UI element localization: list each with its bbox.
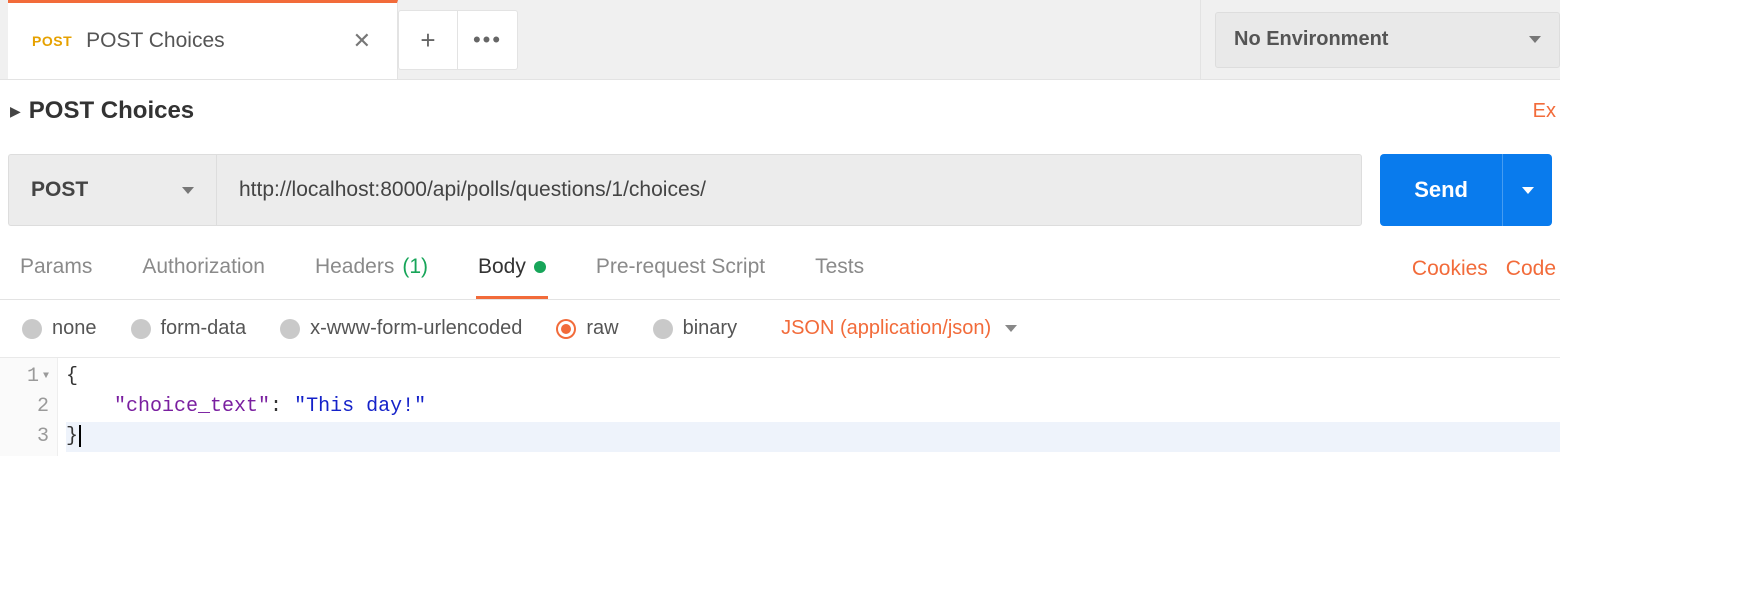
- chevron-down-icon: [1522, 187, 1534, 194]
- url-combo: POST http://localhost:8000/api/polls/que…: [8, 154, 1362, 226]
- url-text: http://localhost:8000/api/polls/question…: [239, 178, 706, 202]
- tab-authorization[interactable]: Authorization: [140, 238, 267, 299]
- tab-headers[interactable]: Headers (1): [313, 238, 430, 299]
- tabs-left: POST POST Choices ✕ + •••: [0, 0, 1200, 79]
- url-input[interactable]: http://localhost:8000/api/polls/question…: [216, 154, 1362, 226]
- tab-body[interactable]: Body: [476, 238, 548, 299]
- body-type-xwww[interactable]: x-www-form-urlencoded: [280, 317, 522, 340]
- radio-label: x-www-form-urlencoded: [310, 317, 522, 340]
- tab-label: Tests: [815, 255, 864, 279]
- tab-title: POST Choices: [86, 29, 332, 53]
- body-type-none[interactable]: none: [22, 317, 97, 340]
- body-type-form-data[interactable]: form-data: [131, 317, 247, 340]
- line-number: 2: [0, 392, 49, 422]
- request-header: ▶ POST Choices Ex: [0, 80, 1560, 142]
- body-type-binary[interactable]: binary: [653, 317, 737, 340]
- tab-bar: POST POST Choices ✕ + ••• No Environment: [0, 0, 1560, 80]
- request-title-wrap[interactable]: ▶ POST Choices: [10, 97, 194, 125]
- tab-label: Body: [478, 255, 526, 279]
- editor-gutter: 1▼ 2 3: [0, 358, 58, 456]
- url-row: POST http://localhost:8000/api/polls/que…: [0, 142, 1560, 238]
- chevron-down-icon: [1529, 36, 1541, 43]
- editor-code[interactable]: { "choice_text": "This day!" }: [58, 358, 1560, 456]
- cookies-link[interactable]: Cookies: [1412, 257, 1488, 281]
- code-line: }: [66, 422, 1560, 452]
- right-links: Cookies Code: [1412, 257, 1556, 281]
- method-select[interactable]: POST: [8, 154, 216, 226]
- tab-more-button[interactable]: •••: [458, 10, 518, 70]
- tab-label: Authorization: [142, 255, 265, 279]
- line-number: 1▼: [0, 362, 49, 392]
- environment-select[interactable]: No Environment: [1215, 12, 1560, 68]
- plus-icon: +: [420, 27, 435, 53]
- tab-label: Params: [20, 255, 92, 279]
- tab-actions: + •••: [398, 0, 518, 79]
- line-number: 3: [0, 422, 49, 452]
- radio-label: raw: [586, 317, 618, 340]
- radio-label: none: [52, 317, 97, 340]
- body-type-raw[interactable]: raw: [556, 317, 618, 340]
- send-combo: Send: [1380, 154, 1552, 226]
- fold-icon[interactable]: ▼: [43, 362, 49, 392]
- body-type-row: none form-data x-www-form-urlencoded raw…: [0, 300, 1560, 358]
- chevron-down-icon: [182, 187, 194, 194]
- tab-tests[interactable]: Tests: [813, 238, 866, 299]
- disclosure-triangle-icon: ▶: [10, 103, 21, 120]
- text-cursor-icon: [79, 425, 81, 447]
- ellipsis-icon: •••: [473, 29, 502, 51]
- method-label: POST: [31, 178, 88, 202]
- content-type-label: JSON (application/json): [781, 317, 991, 340]
- send-label: Send: [1414, 177, 1468, 203]
- content-type-select[interactable]: JSON (application/json): [781, 317, 1017, 340]
- add-tab-button[interactable]: +: [398, 10, 458, 70]
- tab-prerequest[interactable]: Pre-request Script: [594, 238, 767, 299]
- request-subtabs-row: Params Authorization Headers (1) Body Pr…: [0, 238, 1560, 300]
- radio-icon: [653, 319, 673, 339]
- radio-label: binary: [683, 317, 737, 340]
- request-title: POST Choices: [29, 97, 194, 125]
- code-link[interactable]: Code: [1506, 257, 1556, 281]
- body-indicator-icon: [534, 261, 546, 273]
- close-icon[interactable]: ✕: [347, 24, 377, 58]
- environment-area: No Environment: [1200, 0, 1560, 79]
- request-tab[interactable]: POST POST Choices ✕: [8, 0, 398, 79]
- radio-label: form-data: [161, 317, 247, 340]
- tab-label: Headers: [315, 255, 394, 279]
- radio-icon: [280, 319, 300, 339]
- code-line: "choice_text": "This day!": [66, 392, 1560, 422]
- tab-label: Pre-request Script: [596, 255, 765, 279]
- radio-icon: [131, 319, 151, 339]
- chevron-down-icon: [1005, 325, 1017, 332]
- headers-count: (1): [402, 255, 428, 279]
- request-subtabs: Params Authorization Headers (1) Body Pr…: [18, 238, 866, 299]
- environment-label: No Environment: [1234, 28, 1388, 51]
- code-line: {: [66, 362, 1560, 392]
- send-dropdown-button[interactable]: [1502, 154, 1552, 226]
- tab-method-badge: POST: [32, 33, 72, 49]
- send-button[interactable]: Send: [1380, 154, 1502, 226]
- radio-icon: [22, 319, 42, 339]
- radio-icon: [556, 319, 576, 339]
- body-editor[interactable]: 1▼ 2 3 { "choice_text": "This day!" }: [0, 358, 1560, 456]
- examples-link[interactable]: Ex: [1533, 100, 1556, 123]
- tab-params[interactable]: Params: [18, 238, 94, 299]
